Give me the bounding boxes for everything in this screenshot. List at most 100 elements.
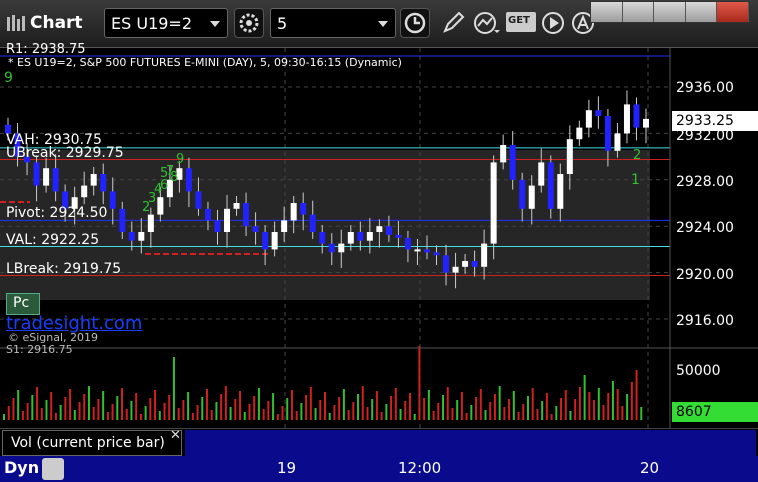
minimize-icon[interactable] [654, 2, 686, 22]
candle-body [519, 179, 526, 209]
candle-body [385, 226, 392, 235]
td-count: 1 [631, 172, 640, 188]
window-controls [590, 1, 750, 23]
td-count: 2 [633, 148, 642, 163]
chevron-down-icon[interactable] [378, 21, 388, 27]
menu-icon[interactable] [591, 2, 623, 22]
candle-body [128, 232, 135, 241]
candle-body [109, 191, 116, 209]
window-title: Chart [30, 13, 83, 33]
clock-icon [404, 12, 426, 34]
volume-panel-bar: Vol (current price bar) ✕ [0, 428, 758, 456]
candle-body [300, 203, 307, 215]
interval-input[interactable]: 5 [270, 8, 396, 38]
candle-body [538, 162, 545, 186]
candle-body [566, 139, 573, 174]
candle-body [233, 203, 240, 209]
candle-body [462, 261, 469, 267]
candle-body [452, 266, 459, 273]
candle-body [281, 220, 288, 232]
candle-body [481, 243, 488, 267]
symbol-input[interactable]: ES U19=2 [104, 8, 228, 38]
s1-label: S1: 2916.75 [6, 343, 73, 356]
pencil-icon[interactable] [440, 10, 468, 36]
time-axis-label: 19 [277, 459, 297, 477]
candle-body [290, 203, 297, 221]
candle-body [643, 118, 649, 128]
pc-button[interactable]: Pc [6, 293, 40, 315]
candle-body [433, 252, 440, 256]
candle-body [547, 162, 554, 209]
gear-icon [239, 13, 259, 33]
close-icon[interactable] [717, 2, 749, 22]
candle-body [633, 104, 640, 128]
candle-body [614, 133, 621, 151]
close-icon[interactable]: ✕ [170, 428, 181, 443]
candle-body [81, 185, 88, 198]
interval-value: 5 [277, 14, 288, 33]
candle-body [528, 185, 535, 209]
candle-body [623, 104, 630, 134]
price-axis-label: 2916.00 [676, 313, 734, 329]
link-icon[interactable] [622, 2, 655, 22]
candle-body [500, 145, 507, 163]
candle-body [33, 162, 40, 186]
candle-body [576, 127, 583, 140]
time-axis-label: 12:00 [398, 459, 442, 477]
r1-label: R1: 2938.75 [6, 42, 86, 57]
candle-body [404, 237, 411, 250]
chart-description: * ES U19=2, S&P 500 FUTURES E-MINI (DAY)… [8, 56, 402, 69]
candle-body [357, 232, 364, 241]
candle-body [204, 208, 211, 221]
pivot-label: Pivot: 2924.50 [6, 205, 108, 221]
candle-body [185, 168, 192, 192]
candle-body [338, 243, 345, 253]
symbol-value: ES U19=2 [111, 14, 193, 33]
volume-study-tab[interactable]: Vol (current price bar) [2, 430, 182, 456]
price-chart[interactable] [0, 48, 758, 428]
time-axis-label: 20 [640, 459, 660, 477]
dynamic-mode-label[interactable]: Dyn [4, 458, 39, 477]
candle-body [585, 110, 592, 128]
candle-body [119, 208, 126, 232]
play-icon[interactable] [540, 10, 568, 36]
title-bar: Chart ES U19=2 5 GET [0, 0, 758, 48]
symbol-settings-button[interactable] [234, 8, 264, 38]
val-label: VAL: 2922.25 [6, 232, 100, 248]
candle-body [214, 220, 221, 232]
td-count: 8 [170, 170, 179, 185]
candle-body [414, 249, 421, 252]
price-axis-label: 2924.00 [676, 220, 734, 236]
price-axis-label: 2936.00 [676, 80, 734, 96]
get-data-button[interactable]: GET [506, 12, 536, 32]
maximize-icon[interactable] [685, 2, 718, 22]
candle-body [347, 232, 354, 244]
td-count: 6 [160, 178, 169, 193]
candle-body [90, 174, 97, 186]
price-axis-label: 2920.00 [676, 267, 734, 283]
chevron-down-icon[interactable] [210, 21, 220, 27]
lbreak-label: LBreak: 2919.75 [6, 261, 122, 277]
last-price-tag: 2933.25 [672, 111, 758, 131]
candle-body [147, 214, 154, 232]
interval-clock-button[interactable] [400, 8, 430, 38]
candle-body [243, 203, 250, 227]
volume-axis-label: 50000 [676, 363, 721, 379]
candle-body [395, 234, 402, 238]
candle-body [595, 110, 602, 116]
chart-app-icon [7, 15, 25, 31]
lock-icon[interactable] [42, 458, 64, 480]
candle-body [557, 174, 564, 209]
studies-icon[interactable] [472, 10, 500, 36]
candle-body [328, 243, 335, 253]
candle-body [43, 168, 50, 186]
candle-body [319, 232, 326, 244]
volume-series [3, 346, 643, 420]
candle-body [157, 197, 164, 215]
candle-body [138, 232, 145, 241]
candle-body [252, 226, 259, 232]
volume-study-label: Vol (current price bar) [11, 435, 165, 451]
candle-body [100, 174, 107, 192]
candle-body [471, 261, 478, 267]
candle-body [604, 116, 611, 151]
